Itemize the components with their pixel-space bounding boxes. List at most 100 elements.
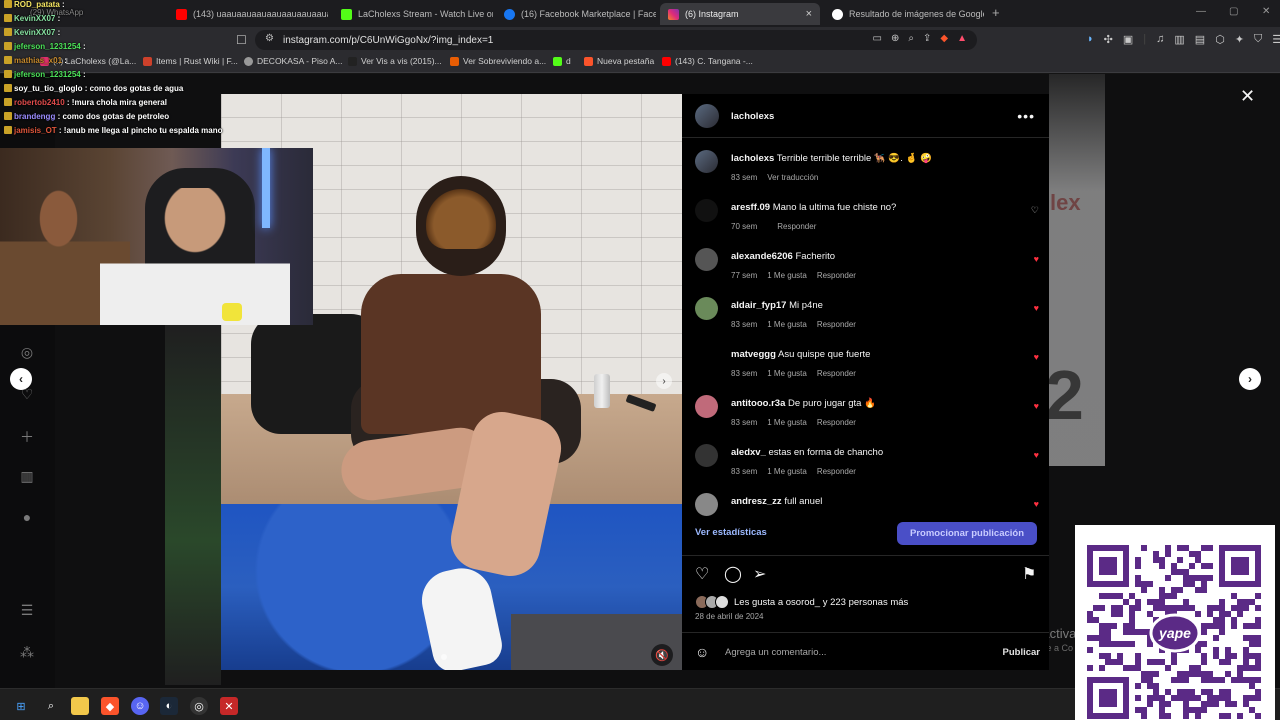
brave-shield-icon[interactable]: ◆ bbox=[940, 33, 948, 44]
window-close-icon[interactable]: ✕ bbox=[1262, 6, 1270, 17]
bookmark-item[interactable]: Nueva pestaña bbox=[584, 56, 654, 66]
comment-heart-icon[interactable]: ♥ bbox=[1034, 450, 1039, 460]
tab-google-images[interactable]: Resultado de imágenes de Google bbox=[824, 3, 984, 25]
avatar[interactable] bbox=[695, 150, 718, 173]
emoji-icon[interactable]: ☺ bbox=[695, 644, 715, 660]
cast-icon[interactable]: ▭ bbox=[873, 33, 882, 44]
comment-heart-icon[interactable]: ♡ bbox=[1031, 205, 1039, 216]
comment-heart-icon[interactable]: ♥ bbox=[1034, 352, 1039, 362]
comment-user[interactable]: antitooo.r3a bbox=[731, 398, 785, 409]
menu-icon[interactable]: ☰ bbox=[18, 602, 36, 620]
reply-link[interactable]: Responder bbox=[817, 271, 856, 280]
save-icon[interactable]: ⚑ bbox=[1022, 564, 1036, 584]
photo-next-icon[interactable]: › bbox=[656, 373, 672, 389]
comment-input[interactable]: Agrega un comentario... bbox=[725, 647, 826, 658]
comment-heart-icon[interactable]: ♥ bbox=[1034, 401, 1039, 411]
bookmark-item[interactable]: DECOKASA - Piso A... bbox=[244, 56, 343, 66]
windows-start-icon[interactable]: ⊞ bbox=[12, 697, 30, 715]
avatar[interactable] bbox=[695, 346, 718, 369]
more-options-icon[interactable]: ••• bbox=[1017, 108, 1035, 124]
tab-kick[interactable]: LaCholexs Stream - Watch Live on Ki bbox=[333, 3, 493, 25]
mute-icon[interactable]: 🔇 bbox=[651, 644, 673, 666]
like-icon[interactable]: ♡ bbox=[695, 564, 709, 584]
bookmark-icon[interactable]: ☐ bbox=[236, 33, 247, 47]
view-stats-link[interactable]: Ver estadísticas bbox=[695, 527, 767, 538]
dashboard-icon[interactable]: ▥ bbox=[18, 468, 36, 486]
rewards-icon[interactable]: ▲ bbox=[957, 33, 967, 44]
comment-user[interactable]: aresff.09 bbox=[731, 202, 770, 213]
comment-heart-icon[interactable]: ♥ bbox=[1034, 303, 1039, 313]
comment-icon[interactable]: ◯ bbox=[724, 564, 742, 584]
file-explorer-icon[interactable] bbox=[71, 697, 89, 715]
bookmark-item[interactable]: (143) C. Tangana -... bbox=[662, 56, 753, 66]
wallet2-icon[interactable]: ▤ bbox=[1195, 33, 1205, 46]
media-icon[interactable]: ♫ bbox=[1156, 33, 1164, 46]
close-modal-icon[interactable]: ✕ bbox=[1240, 86, 1255, 107]
comment-heart-icon[interactable]: ♥ bbox=[1034, 499, 1039, 509]
likes-summary[interactable]: Les gusta a osorod_ y 223 personas más bbox=[734, 597, 908, 608]
comment-user[interactable]: matveggg bbox=[731, 349, 776, 360]
reply-link[interactable]: Responder bbox=[817, 467, 856, 476]
tab-instagram[interactable]: (6) Instagram × bbox=[660, 3, 820, 25]
caption-user[interactable]: lacholexs bbox=[731, 153, 774, 164]
reply-link[interactable]: Responder bbox=[817, 418, 856, 427]
comment-user[interactable]: aledxv_ bbox=[731, 447, 766, 458]
reply-link[interactable]: Responder bbox=[817, 320, 856, 329]
previous-post-button[interactable]: ‹ bbox=[10, 368, 32, 390]
comment-likes[interactable]: 1 Me gusta bbox=[767, 418, 807, 427]
apps-icon[interactable]: ⁂ bbox=[18, 644, 36, 662]
bookmark-item[interactable]: d bbox=[553, 56, 571, 66]
comment-heart-icon[interactable]: ♥ bbox=[1034, 254, 1039, 264]
address-bar[interactable]: ⚙ instagram.com/p/C6UnWiGgoNx/?img_index… bbox=[255, 30, 977, 50]
avatar[interactable] bbox=[695, 395, 718, 418]
shield-icon[interactable]: ⛉ bbox=[1254, 33, 1262, 46]
share-icon[interactable]: ⇪ bbox=[923, 33, 931, 44]
next-post-button[interactable]: › bbox=[1239, 368, 1261, 390]
extensions-icon[interactable]: ✣ bbox=[1104, 33, 1113, 46]
comment-likes[interactable]: 1 Me gusta bbox=[767, 271, 807, 280]
reply-link[interactable]: Responder bbox=[817, 369, 856, 378]
wallet-icon[interactable]: ▣ bbox=[1123, 33, 1133, 46]
promote-button[interactable]: Promocionar publicación bbox=[897, 522, 1037, 545]
comment-likes[interactable]: 1 Me gusta bbox=[767, 369, 807, 378]
comment-likes[interactable]: 1 Me gusta bbox=[767, 320, 807, 329]
new-tab-button[interactable]: + bbox=[992, 5, 1000, 20]
app-icon[interactable]: ✕ bbox=[220, 697, 238, 715]
avatar[interactable] bbox=[695, 199, 718, 222]
bookmark-item[interactable]: Ver Vis a vis (2015)... bbox=[348, 56, 442, 66]
avatar[interactable] bbox=[695, 493, 718, 516]
post-author[interactable]: lacholexs bbox=[731, 111, 774, 122]
sidebar-icon[interactable]: ▥ bbox=[1174, 33, 1184, 46]
comment-user[interactable]: andresz_zz bbox=[731, 496, 782, 507]
avatar[interactable] bbox=[695, 297, 718, 320]
maximize-icon[interactable]: ▢ bbox=[1229, 6, 1238, 17]
discord-icon[interactable]: ☺ bbox=[131, 697, 149, 715]
create-icon[interactable]: ＋ bbox=[18, 427, 36, 445]
comment-user[interactable]: alexande6206 bbox=[731, 251, 793, 262]
speedreader-icon[interactable]: ◗ bbox=[1087, 33, 1094, 46]
translate-link[interactable]: Ver traducción bbox=[767, 173, 818, 182]
leo-icon[interactable]: ✦ bbox=[1235, 33, 1244, 46]
app-icon[interactable]: ◎ bbox=[190, 697, 208, 715]
avatar[interactable] bbox=[695, 444, 718, 467]
reply-link[interactable]: Responder bbox=[777, 222, 816, 231]
profile-icon[interactable]: ● bbox=[18, 509, 36, 527]
avatar[interactable] bbox=[695, 104, 719, 128]
search-icon[interactable]: ⌕ bbox=[42, 697, 60, 715]
share-icon[interactable]: ➢ bbox=[753, 564, 766, 584]
publish-button[interactable]: Publicar bbox=[1003, 647, 1041, 658]
translate-icon[interactable]: ⌕ bbox=[908, 33, 914, 44]
bookmark-item[interactable]: Ver Sobreviviendo a... bbox=[450, 56, 546, 66]
avatar[interactable] bbox=[695, 248, 718, 271]
zoom-icon[interactable]: ⊕ bbox=[891, 33, 899, 44]
vpn-icon[interactable]: ⬡ bbox=[1215, 33, 1225, 46]
explore-icon[interactable]: ◎ bbox=[18, 344, 36, 362]
menu-icon[interactable]: ☰ bbox=[1272, 33, 1280, 46]
tab-facebook[interactable]: (16) Facebook Marketplace | Facebo bbox=[496, 3, 656, 25]
comment-user[interactable]: aldair_fyp17 bbox=[731, 300, 786, 311]
minimize-icon[interactable]: — bbox=[1196, 6, 1206, 17]
close-tab-icon[interactable]: × bbox=[806, 8, 812, 20]
comment-likes[interactable]: 1 Me gusta bbox=[767, 467, 807, 476]
brave-icon[interactable]: ◆ bbox=[101, 697, 119, 715]
site-info-icon[interactable]: ⚙ bbox=[265, 33, 274, 44]
